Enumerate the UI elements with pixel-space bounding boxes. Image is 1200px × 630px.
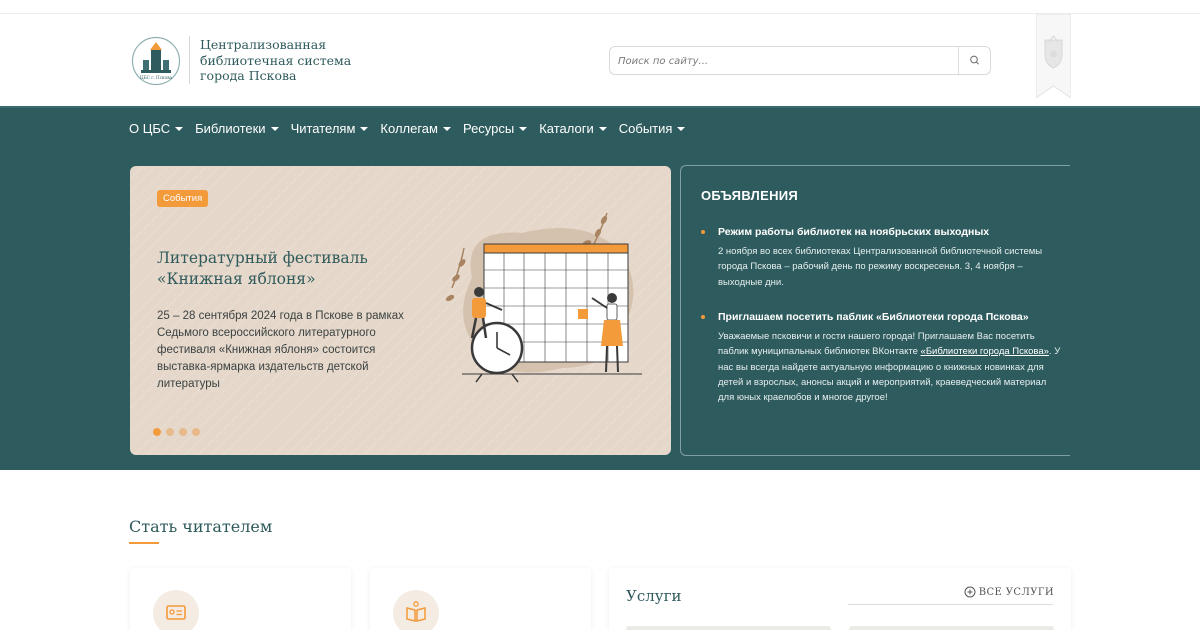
main-nav: О ЦБС Библиотеки Читателям Коллегам Ресурсы К… xyxy=(0,106,1200,152)
service-tile[interactable] xyxy=(626,626,831,630)
caret-down-icon xyxy=(677,127,686,131)
reader-card-ticket[interactable] xyxy=(130,568,351,630)
announcement-text: Уважаемые псковичи и гости нашего города… xyxy=(718,329,1061,405)
calendar-illustration xyxy=(445,212,642,383)
nav-item[interactable]: События xyxy=(619,121,686,136)
slider-dot[interactable] xyxy=(179,428,187,436)
hero-slide[interactable]: События Литературный фестиваль «Книжная … xyxy=(130,166,671,455)
slider-dot[interactable] xyxy=(166,428,174,436)
caret-down-icon xyxy=(519,127,528,131)
services-divider xyxy=(848,604,1053,605)
site-title-line: города Пскова xyxy=(200,68,297,83)
nav-item-label: Каталоги xyxy=(539,121,594,136)
announcements-panel: ОБЪЯВЛЕНИЯ Режим работы библиотек на ноя… xyxy=(680,165,1070,456)
vk-public-link[interactable]: «Библиотеки города Пскова» xyxy=(921,346,1049,357)
id-card-icon xyxy=(153,590,199,630)
caret-down-icon xyxy=(175,127,184,131)
slide-category-badge[interactable]: События xyxy=(157,190,209,207)
site-title-line: библиотечная система xyxy=(200,52,352,68)
site-title-line: Централизованная xyxy=(200,37,327,52)
top-strip xyxy=(0,0,1200,14)
bullet-icon xyxy=(701,230,705,234)
service-tile[interactable] xyxy=(849,626,1054,630)
nav-item[interactable]: Каталоги xyxy=(539,121,607,136)
search-box xyxy=(609,46,991,75)
nav-item[interactable]: Библиотеки xyxy=(195,121,279,136)
caret-down-icon xyxy=(442,127,451,131)
plus-circle-icon xyxy=(964,586,976,598)
nav-item-label: Ресурсы xyxy=(462,121,515,136)
announcement-text: 2 ноября во всех библиотеках Централизов… xyxy=(718,246,1043,288)
search-icon xyxy=(970,55,979,65)
nav-item-label: События xyxy=(618,121,673,136)
slider-dot[interactable] xyxy=(192,428,200,436)
slide-description: 25 – 28 сентября 2024 года в Пскове в ра… xyxy=(157,310,404,390)
caret-down-icon xyxy=(598,127,607,131)
library-logo[interactable]: ЦБС г. Пскова xyxy=(131,36,181,86)
nav-item-label: Коллегам xyxy=(380,121,438,136)
open-book-icon xyxy=(393,590,439,630)
services-title: Услуги xyxy=(626,587,682,605)
search-button[interactable] xyxy=(958,47,990,74)
become-reader-title: Стать читателем xyxy=(129,517,273,536)
nav-item[interactable]: Ресурсы xyxy=(462,121,528,136)
nav-item[interactable]: О ЦБС xyxy=(129,121,184,136)
caret-down-icon xyxy=(270,127,279,131)
site-title[interactable]: Централизованная библиотечная система го… xyxy=(200,37,370,84)
slider-dots xyxy=(153,428,200,436)
slider-dot[interactable] xyxy=(153,428,161,436)
announcements-title: ОБЪЯВЛЕНИЯ xyxy=(701,188,799,203)
nav-item[interactable]: Читателям xyxy=(291,121,369,136)
services-card: Услуги ВСЕ УСЛУГИ xyxy=(609,568,1071,630)
announcement-item[interactable]: Режим работы библиотек на ноябрьских вых… xyxy=(701,225,1061,290)
announcement-heading[interactable]: Режим работы библиотек на ноябрьских вых… xyxy=(718,225,1061,239)
pskov-crest-icon[interactable] xyxy=(1035,13,1072,99)
svg-text:ЦБС г. Пскова: ЦБС г. Пскова xyxy=(140,75,173,80)
hero-section: События Литературный фестиваль «Книжная … xyxy=(0,152,1200,470)
announcement-heading[interactable]: Приглашаем посетить паблик «Библиотеки г… xyxy=(718,310,1061,324)
all-services-label: ВСЕ УСЛУГИ xyxy=(978,586,1054,598)
all-services-link[interactable]: ВСЕ УСЛУГИ xyxy=(964,586,1054,598)
nav-item-label: Читателям xyxy=(290,121,356,136)
slide-title[interactable]: Литературный фестиваль «Книжная яблоня» xyxy=(157,248,457,290)
search-input[interactable] xyxy=(618,52,948,70)
logo-divider xyxy=(189,36,190,84)
reader-card-books[interactable] xyxy=(370,568,591,630)
nav-item-label: О ЦБС xyxy=(129,121,171,136)
nav-item[interactable]: Коллегам xyxy=(380,121,451,136)
caret-down-icon xyxy=(360,127,369,131)
bullet-icon xyxy=(701,315,705,319)
section-underline xyxy=(129,542,159,544)
nav-item-label: Библиотеки xyxy=(195,121,266,136)
announcement-item[interactable]: Приглашаем посетить паблик «Библиотеки г… xyxy=(701,310,1061,405)
site-header: ЦБС г. Пскова Централизованная библиотеч… xyxy=(0,13,1200,106)
